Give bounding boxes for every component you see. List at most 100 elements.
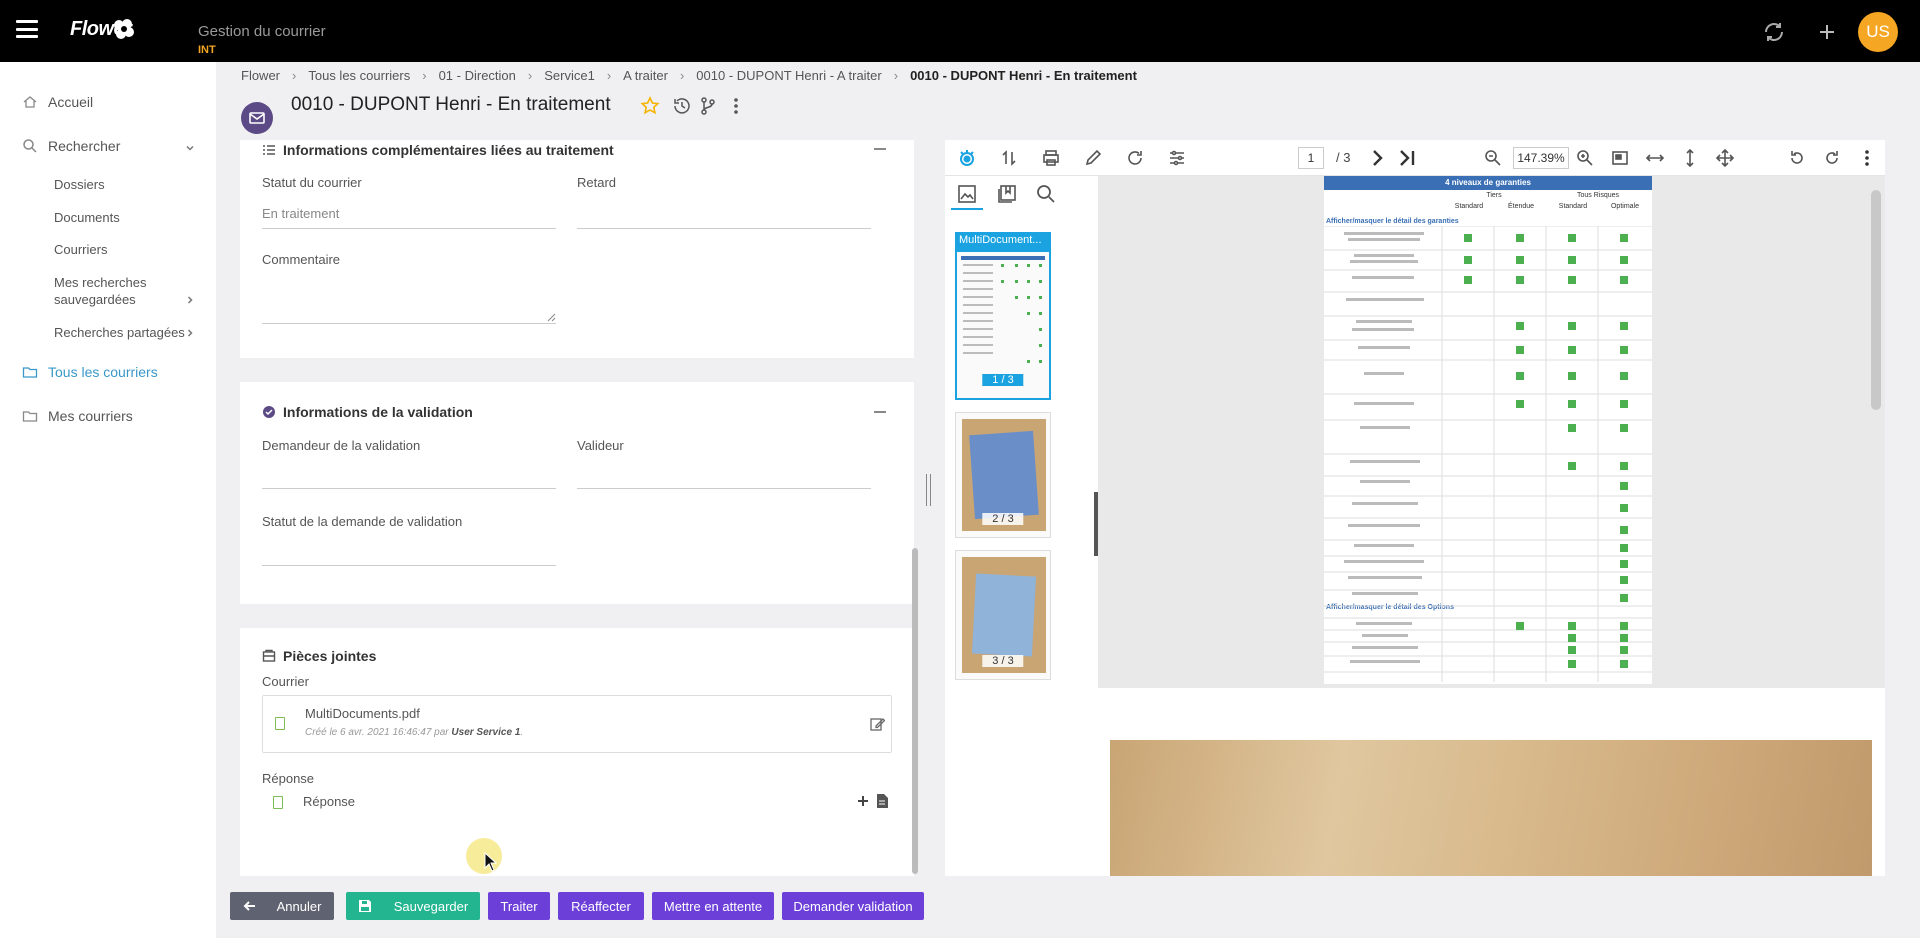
- top-bar: Flower Gestion du courrier INT US: [0, 0, 1920, 62]
- breadcrumb-item[interactable]: 01 - Direction: [439, 68, 516, 83]
- statut-demande-field[interactable]: [262, 565, 556, 566]
- module-title: Gestion du courrier: [198, 23, 326, 40]
- sidebar-item-documents[interactable]: Documents: [54, 209, 120, 226]
- pencil-icon[interactable]: [1083, 148, 1103, 168]
- breadcrumb-item[interactable]: A traiter: [623, 68, 668, 83]
- sidebar-item-tous-les-courriers[interactable]: Tous les courriers: [22, 364, 158, 380]
- rotate-right-icon[interactable]: [1822, 148, 1842, 168]
- rotate-icon[interactable]: [1125, 148, 1145, 168]
- document-canvas[interactable]: 4 niveaux de garanties Tiers Tous Risque…: [1098, 176, 1885, 876]
- eye-logo-icon[interactable]: [957, 148, 977, 168]
- retard-field[interactable]: [577, 228, 871, 229]
- collapse-button[interactable]: [874, 148, 886, 150]
- attachment-file-name[interactable]: MultiDocuments.pdf: [305, 706, 420, 721]
- menu-icon[interactable]: [16, 20, 38, 38]
- sidebar-item-label: Mes courriers: [48, 408, 133, 424]
- chevron-right-icon[interactable]: [184, 294, 196, 306]
- sidebar-item-label: Accueil: [48, 94, 94, 110]
- traiter-button[interactable]: Traiter: [488, 892, 550, 920]
- breadcrumb-item[interactable]: Tous les courriers: [308, 68, 410, 83]
- chevron-down-icon[interactable]: [184, 142, 196, 154]
- file-icon: [275, 717, 285, 730]
- sidebar-item-mes-recherches[interactable]: Mes recherches sauvegardées: [54, 274, 174, 308]
- breadcrumb-item[interactable]: 0010 - DUPONT Henri - A traiter: [696, 68, 881, 83]
- zoom-in-icon[interactable]: [1575, 148, 1595, 168]
- commentaire-field[interactable]: [262, 323, 556, 324]
- valideur-label: Valideur: [577, 438, 624, 453]
- thumbnail-page-3[interactable]: 3 / 3: [955, 550, 1051, 680]
- zoom-input[interactable]: 147.39%: [1513, 147, 1569, 169]
- pan-icon[interactable]: [1715, 148, 1735, 168]
- statut-field[interactable]: En traitement: [262, 206, 339, 221]
- courrier-label: Courrier: [262, 674, 309, 689]
- print-icon[interactable]: [1041, 148, 1061, 168]
- sauvegarder-button[interactable]: Sauvegarder: [346, 892, 480, 920]
- card-traitement: Informations complémentaires liées au tr…: [240, 140, 914, 358]
- attachment-item[interactable]: MultiDocuments.pdf Créé le 6 avr. 2021 1…: [262, 695, 892, 753]
- chevron-right-icon[interactable]: [184, 327, 196, 339]
- collapse-button[interactable]: [874, 411, 886, 413]
- star-icon[interactable]: [640, 96, 660, 116]
- workflow-icon[interactable]: [698, 96, 718, 116]
- next-page-icon[interactable]: [1367, 148, 1387, 168]
- thumbnail-page-2[interactable]: 2 / 3: [955, 412, 1051, 538]
- sidebar-item-recherches-partagees[interactable]: Recherches partagées: [54, 324, 185, 341]
- document-icon[interactable]: [876, 794, 888, 808]
- history-icon[interactable]: [672, 96, 692, 116]
- sort-icon[interactable]: [999, 148, 1019, 168]
- last-page-icon[interactable]: [1397, 148, 1417, 168]
- rotate-left-icon[interactable]: [1787, 148, 1807, 168]
- demander-validation-button[interactable]: Demander validation: [782, 892, 924, 920]
- user-avatar[interactable]: US: [1858, 12, 1898, 52]
- viewer-splitter[interactable]: [1094, 492, 1098, 556]
- card-validation: Informations de la validation Demandeur …: [240, 382, 914, 604]
- folder-icon: [22, 411, 38, 422]
- viewer-toolbar: 1 / 3 147.39%: [945, 140, 1885, 176]
- sidebar-item-mes-courriers[interactable]: Mes courriers: [22, 408, 133, 424]
- add-icon[interactable]: [856, 794, 870, 808]
- bookmarks-tab-icon[interactable]: [997, 184, 1017, 204]
- valideur-field[interactable]: [577, 488, 871, 489]
- mettre-en-attente-button[interactable]: Mettre en attente: [652, 892, 774, 920]
- fit-width-icon[interactable]: [1645, 148, 1665, 168]
- resize-handle-icon[interactable]: [546, 312, 556, 322]
- settings-sliders-icon[interactable]: [1167, 148, 1187, 168]
- add-icon[interactable]: [1815, 20, 1839, 44]
- panel-resize-handle[interactable]: [926, 474, 931, 506]
- annuler-button[interactable]: Annuler: [230, 892, 334, 920]
- col-header: Étendue: [1507, 203, 1535, 210]
- demandeur-label: Demandeur de la validation: [262, 438, 421, 453]
- more-vertical-icon[interactable]: [1857, 148, 1877, 168]
- page-number-input[interactable]: 1: [1298, 147, 1324, 169]
- demandeur-field[interactable]: [262, 488, 556, 489]
- more-vertical-icon[interactable]: [726, 96, 746, 116]
- breadcrumb: Flower › Tous les courriers › 01 - Directi…: [241, 68, 1137, 83]
- sidebar-item-courriers[interactable]: Courriers: [54, 241, 107, 258]
- sidebar-item-accueil[interactable]: Accueil: [22, 94, 93, 110]
- mail-type-icon: [241, 102, 273, 134]
- search-icon[interactable]: [1036, 184, 1056, 204]
- sidebar-item-rechercher[interactable]: Rechercher: [22, 138, 120, 154]
- form-scrollbar[interactable]: [912, 548, 918, 874]
- section-title-validation: Informations de la validation: [262, 404, 473, 420]
- refresh-icon[interactable]: [1762, 20, 1786, 44]
- breadcrumb-item[interactable]: Service1: [544, 68, 595, 83]
- section-title-traitement: Informations complémentaires liées au tr…: [262, 142, 614, 158]
- breadcrumb-item[interactable]: Flower: [241, 68, 280, 83]
- reaffecter-button[interactable]: Réaffecter: [558, 892, 644, 920]
- section-garanties: Afficher/masquer le détail des garanties: [1326, 218, 1459, 225]
- document-scrollbar[interactable]: [1871, 190, 1881, 410]
- sidebar-item-dossiers[interactable]: Dossiers: [54, 176, 105, 193]
- zoom-out-icon[interactable]: [1483, 148, 1503, 168]
- col-group-tiers: Tiers: [1486, 192, 1502, 199]
- fit-height-icon[interactable]: [1680, 148, 1700, 168]
- statut-demande-label: Statut de la demande de validation: [262, 514, 463, 529]
- statut-label: Statut du courrier: [262, 175, 362, 190]
- fit-page-icon[interactable]: [1610, 148, 1630, 168]
- guarantee-table: [1324, 226, 1652, 682]
- sidebar-item-label: Rechercher: [48, 138, 121, 154]
- thumbnails-tab-icon[interactable]: [957, 184, 977, 204]
- attachment-meta: Créé le 6 avr. 2021 16:46:47 par User Se…: [305, 727, 524, 738]
- thumbnail-page-1[interactable]: 1 / 3: [955, 250, 1051, 400]
- edit-icon[interactable]: [869, 716, 885, 732]
